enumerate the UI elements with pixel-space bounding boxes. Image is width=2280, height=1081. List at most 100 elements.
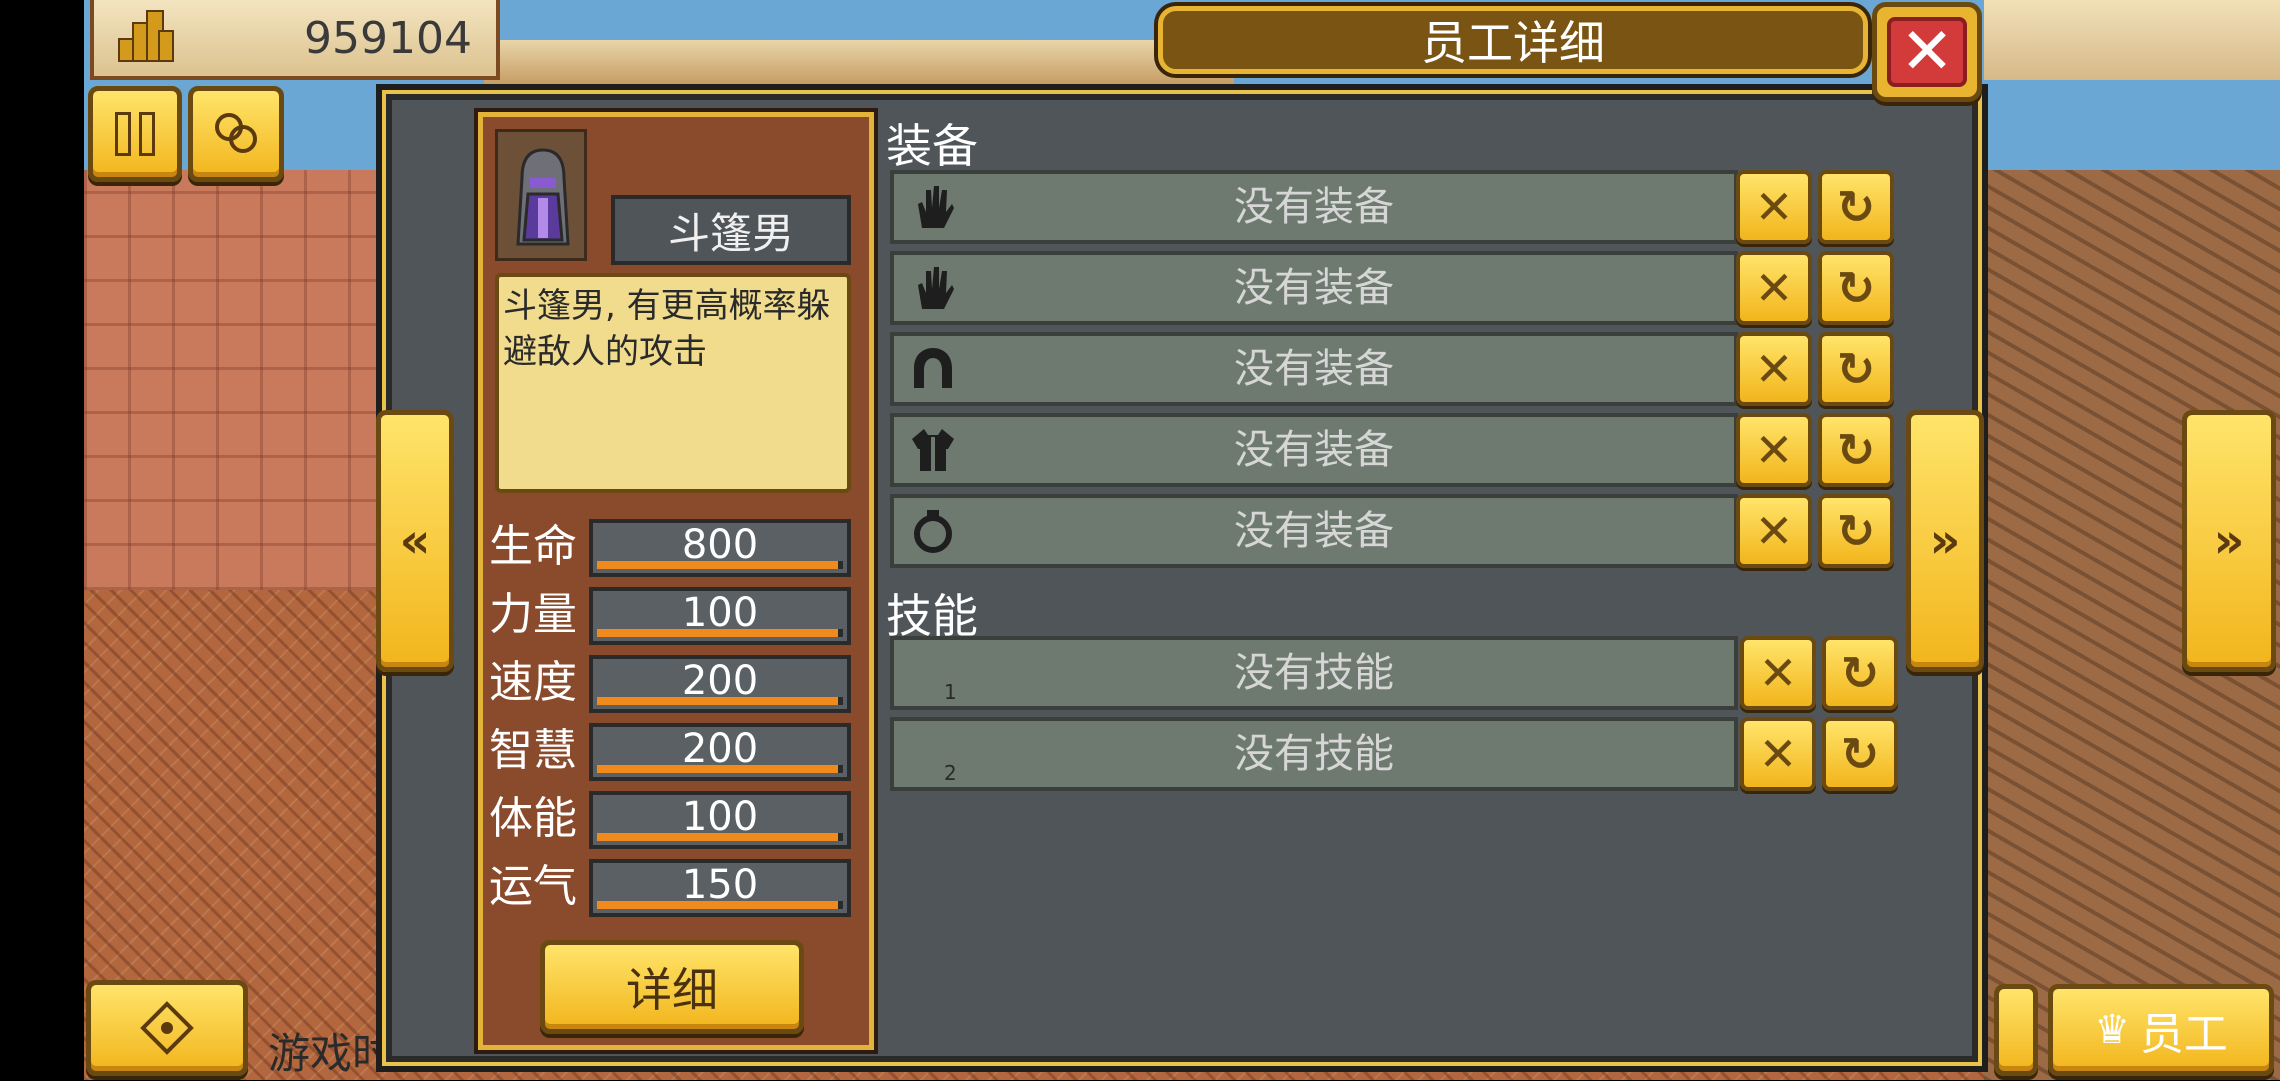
stat-bar-fill bbox=[597, 697, 839, 705]
slot-text: 没有技能 bbox=[1234, 650, 1394, 696]
swap-button[interactable]: ↻ bbox=[1818, 413, 1894, 487]
building-icon bbox=[118, 10, 174, 62]
character-description: 斗篷男, 有更高概率躲避敌人的攻击 bbox=[495, 273, 851, 493]
prev-employee-button[interactable]: « bbox=[376, 410, 454, 672]
pause-icon bbox=[115, 112, 155, 156]
stat-row: 运气 150 bbox=[489, 855, 859, 919]
swap-icon: ↻ bbox=[1840, 646, 1880, 700]
stat-box: 100 bbox=[589, 791, 851, 849]
equipment-title: 装备 bbox=[886, 119, 978, 173]
speed-button[interactable] bbox=[188, 86, 284, 182]
stat-box: 100 bbox=[589, 587, 851, 645]
staff-label: 员工 bbox=[2139, 1009, 2228, 1060]
double-chevron-right-icon: » bbox=[2213, 513, 2245, 569]
money-panel: 959104 bbox=[90, 0, 500, 80]
hud-button-partial[interactable] bbox=[1994, 984, 2038, 1076]
coins-icon bbox=[215, 113, 257, 153]
stat-bar bbox=[597, 765, 843, 773]
swap-icon: ↻ bbox=[1836, 504, 1876, 558]
far-left-prev-button bbox=[86, 980, 248, 1076]
slot-text: 没有装备 bbox=[1234, 508, 1394, 554]
stat-bar-fill bbox=[597, 765, 839, 773]
stat-row: 智慧 200 bbox=[489, 719, 859, 783]
swap-icon: ↻ bbox=[1836, 342, 1876, 396]
slot-text: 没有装备 bbox=[1234, 184, 1394, 230]
equipment-slot[interactable]: 没有装备 bbox=[890, 251, 1738, 325]
stat-row: 体能 100 bbox=[489, 787, 859, 851]
next-employee-button[interactable]: » bbox=[1906, 410, 1984, 672]
stat-bar-fill bbox=[597, 629, 839, 637]
swap-button[interactable]: ↻ bbox=[1818, 494, 1894, 568]
dpad-icon bbox=[140, 1001, 194, 1055]
money-value: 959104 bbox=[304, 12, 472, 64]
close-icon: ✕ bbox=[1887, 17, 1967, 87]
swap-skill-button[interactable]: ↻ bbox=[1822, 717, 1898, 791]
stat-label: 力量 bbox=[489, 589, 577, 640]
dialog-title-text: 员工详细 bbox=[1421, 16, 1605, 70]
unequip-button[interactable]: ✕ bbox=[1736, 332, 1812, 406]
slot-text: 没有装备 bbox=[1234, 346, 1394, 392]
slot-text: 没有装备 bbox=[1234, 265, 1394, 311]
stat-bar bbox=[597, 697, 843, 705]
x-icon: ✕ bbox=[1754, 261, 1794, 315]
unequip-button[interactable]: ✕ bbox=[1736, 494, 1812, 568]
stat-bar bbox=[597, 561, 843, 569]
x-icon: ✕ bbox=[1754, 180, 1794, 234]
swap-button[interactable]: ↻ bbox=[1818, 251, 1894, 325]
swap-button[interactable]: ↻ bbox=[1818, 170, 1894, 244]
x-icon: ✕ bbox=[1754, 504, 1794, 558]
stat-label: 智慧 bbox=[489, 725, 577, 776]
pause-button[interactable] bbox=[88, 86, 182, 182]
unequip-button[interactable]: ✕ bbox=[1736, 170, 1812, 244]
remove-skill-button[interactable]: ✕ bbox=[1740, 636, 1816, 710]
swap-button[interactable]: ↻ bbox=[1818, 332, 1894, 406]
stat-box: 800 bbox=[589, 519, 851, 577]
stat-label: 速度 bbox=[489, 657, 577, 708]
stat-label: 运气 bbox=[489, 861, 577, 912]
skill-slot[interactable]: 1 没有技能 bbox=[890, 636, 1738, 710]
equipment-slot[interactable]: 没有装备 bbox=[890, 170, 1738, 244]
dialog-title: 员工详细 bbox=[1158, 6, 1868, 74]
character-portrait bbox=[495, 129, 587, 261]
top-building-strip bbox=[484, 40, 1234, 90]
swap-icon: ↻ bbox=[1836, 180, 1876, 234]
x-icon: ✕ bbox=[1754, 423, 1794, 477]
x-icon: ✕ bbox=[1754, 342, 1794, 396]
stat-bar bbox=[597, 901, 843, 909]
crown-icon: ♛ bbox=[2094, 1007, 2130, 1053]
character-name: 斗篷男 bbox=[611, 195, 851, 265]
double-chevron-right-icon: » bbox=[1929, 513, 1961, 569]
stat-row: 力量 100 bbox=[489, 583, 859, 647]
swap-icon: ↻ bbox=[1836, 423, 1876, 477]
stat-box: 200 bbox=[589, 723, 851, 781]
swap-icon: ↻ bbox=[1840, 727, 1880, 781]
slot-text: 没有装备 bbox=[1234, 427, 1394, 473]
stat-row: 生命 800 bbox=[489, 515, 859, 579]
equipment-slot[interactable]: 没有装备 bbox=[890, 332, 1738, 406]
stat-bar-fill bbox=[597, 833, 839, 841]
equipment-slot[interactable]: 没有装备 bbox=[890, 494, 1738, 568]
skill-slot[interactable]: 2 没有技能 bbox=[890, 717, 1738, 791]
character-card: 斗篷男 斗篷男, 有更高概率躲避敌人的攻击 生命 800 力量 100 速度 2… bbox=[478, 112, 874, 1050]
staff-button[interactable]: ♛ 员工 bbox=[2048, 984, 2274, 1076]
stat-box: 150 bbox=[589, 859, 851, 917]
stat-bar bbox=[597, 629, 843, 637]
stat-label: 生命 bbox=[489, 521, 577, 572]
close-button[interactable]: ✕ bbox=[1872, 2, 1982, 102]
stat-bar bbox=[597, 833, 843, 841]
equipment-slot[interactable]: 没有装备 bbox=[890, 413, 1738, 487]
detail-button-label: 详细 bbox=[626, 963, 718, 1017]
stat-box: 200 bbox=[589, 655, 851, 713]
detail-button[interactable]: 详细 bbox=[540, 940, 804, 1034]
cloaked-man-icon bbox=[516, 148, 570, 246]
remove-skill-button[interactable]: ✕ bbox=[1740, 717, 1816, 791]
swap-icon: ↻ bbox=[1836, 261, 1876, 315]
swap-skill-button[interactable]: ↻ bbox=[1822, 636, 1898, 710]
stat-row: 速度 200 bbox=[489, 651, 859, 715]
unequip-button[interactable]: ✕ bbox=[1736, 413, 1812, 487]
x-icon: ✕ bbox=[1758, 646, 1798, 700]
top-right-banner bbox=[1984, 0, 2280, 80]
stat-bar-fill bbox=[597, 561, 839, 569]
unequip-button[interactable]: ✕ bbox=[1736, 251, 1812, 325]
scene-next-button[interactable]: » bbox=[2182, 410, 2276, 672]
